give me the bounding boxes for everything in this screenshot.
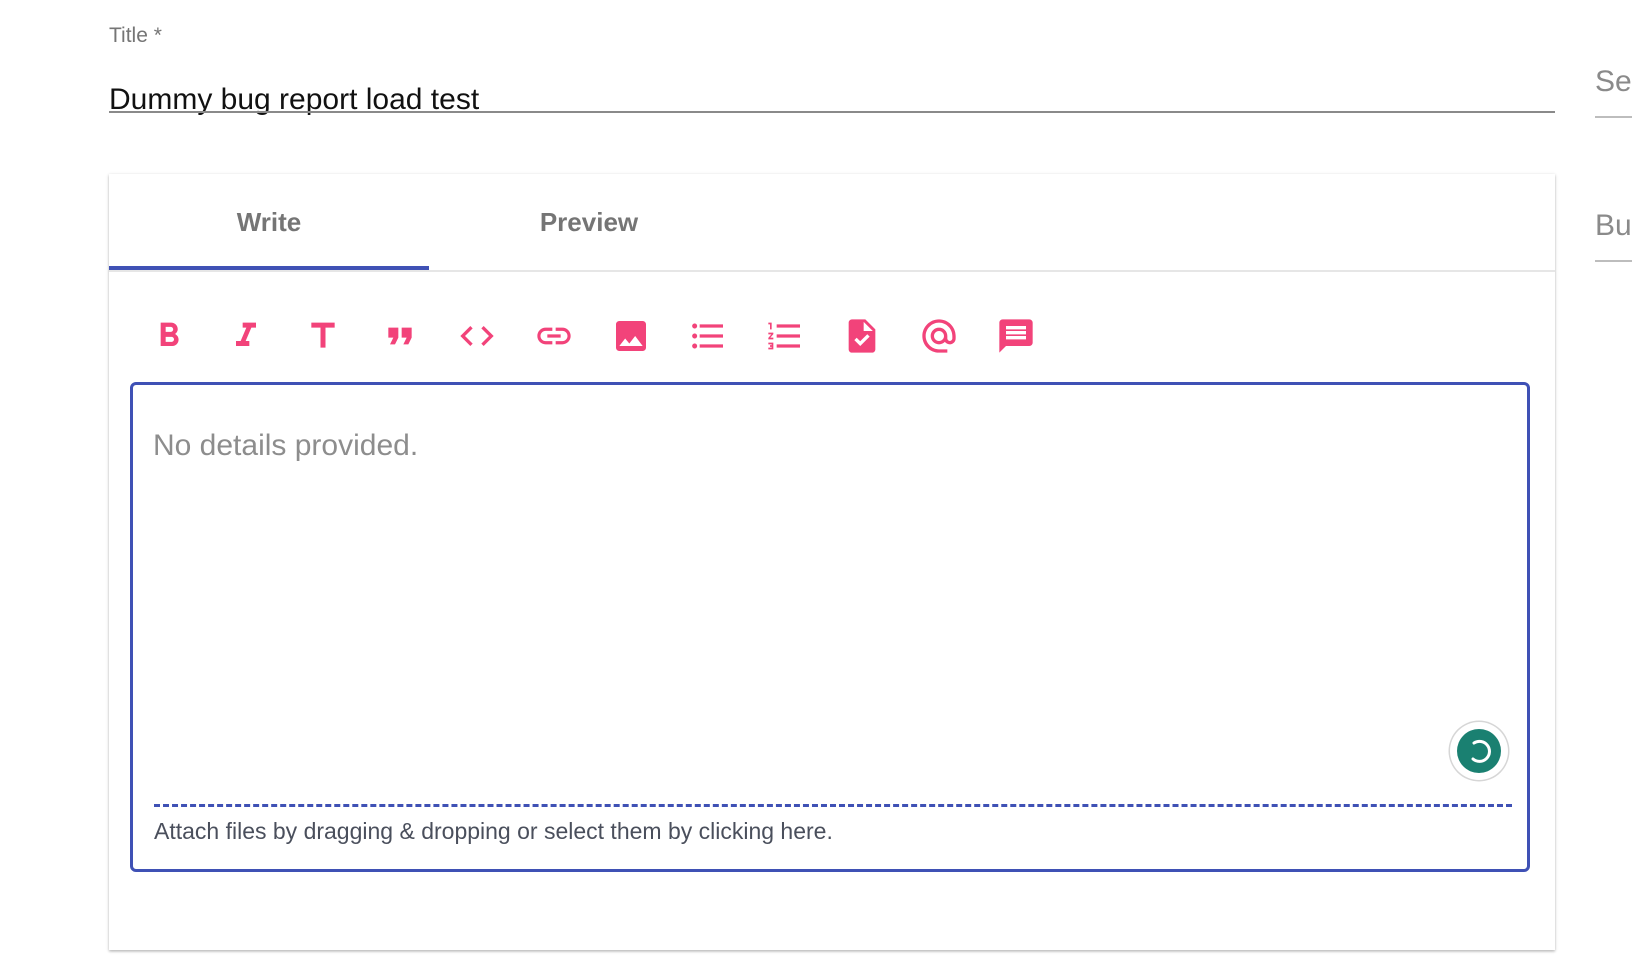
bold-button[interactable] <box>143 310 195 362</box>
description-editor: Attach files by dragging & dropping or s… <box>130 382 1530 872</box>
title-field: Title * <box>109 22 1555 120</box>
bug-type-field[interactable]: Bu <box>1595 206 1632 262</box>
severity-field[interactable]: Se <box>1595 62 1632 118</box>
link-button[interactable] <box>528 310 580 362</box>
editor-tabs: Write Preview <box>109 174 1555 272</box>
title-underline <box>109 111 1555 113</box>
tab-write[interactable]: Write <box>109 174 429 270</box>
mention-button[interactable] <box>913 310 965 362</box>
bold-icon <box>160 322 179 346</box>
numbered-list-button[interactable] <box>759 310 811 362</box>
code-icon <box>460 326 494 346</box>
numbered-list-icon <box>768 322 800 350</box>
quote-icon <box>388 327 412 345</box>
italic-icon <box>236 322 256 346</box>
header-button[interactable] <box>297 310 349 362</box>
mention-icon <box>922 319 956 353</box>
attach-files-link[interactable]: Attach files by dragging & dropping or s… <box>154 817 833 845</box>
active-tab-indicator <box>109 266 429 270</box>
assistant-button[interactable] <box>1450 722 1508 780</box>
description-textarea[interactable] <box>153 429 1473 749</box>
header-icon <box>311 322 335 348</box>
attach-divider <box>154 804 1512 807</box>
bug-type-field-label: Bu <box>1595 209 1632 242</box>
bulleted-list-button[interactable] <box>682 310 734 362</box>
bulleted-list-icon <box>692 323 723 349</box>
saved-reply-icon <box>999 319 1033 353</box>
quote-button[interactable] <box>374 310 426 362</box>
saved-reply-button[interactable] <box>990 310 1042 362</box>
title-input[interactable] <box>109 80 1555 120</box>
severity-field-underline <box>1595 116 1632 118</box>
italic-button[interactable] <box>220 310 272 362</box>
task-list-button[interactable] <box>836 310 888 362</box>
image-button[interactable] <box>605 310 657 362</box>
task-list-icon <box>848 319 876 353</box>
spinner-icon <box>1471 739 1491 763</box>
image-icon <box>616 321 646 351</box>
description-card: Write Preview No details provided. Attac… <box>109 174 1555 950</box>
severity-field-label: Se <box>1595 65 1632 98</box>
assistant-badge <box>1457 729 1501 773</box>
bug-type-field-underline <box>1595 260 1632 262</box>
link-icon <box>537 327 571 345</box>
tab-preview[interactable]: Preview <box>429 174 749 270</box>
title-label: Title * <box>109 24 162 47</box>
code-button[interactable] <box>451 310 503 362</box>
